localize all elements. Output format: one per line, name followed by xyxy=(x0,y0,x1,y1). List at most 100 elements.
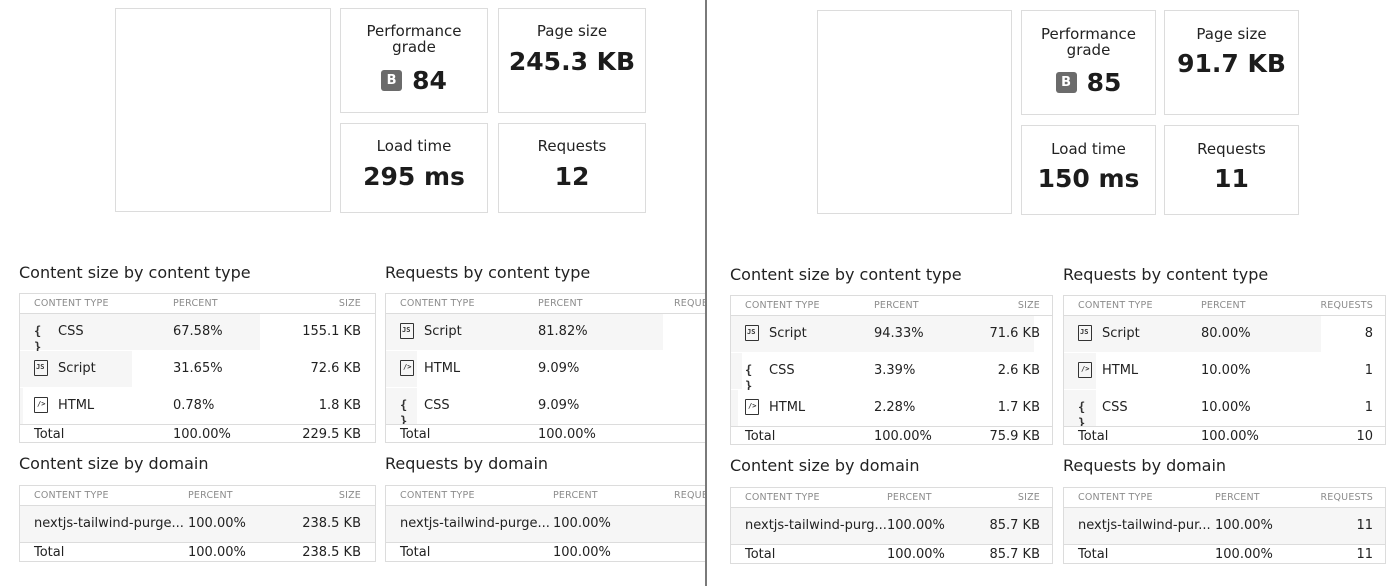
total-label: Total xyxy=(745,429,776,444)
table-row[interactable]: /> HTML 2.28% 1.7 KB xyxy=(731,390,1052,426)
table-row[interactable]: nextjs-tailwind-purg... 100.00% 85.7 KB xyxy=(731,508,1052,544)
content-type-name: Script xyxy=(58,361,96,376)
content-type-name: CSS xyxy=(769,363,795,378)
table-total-row: Total 100.00% 10 xyxy=(1064,426,1385,444)
total-percent: 100.00% xyxy=(887,547,945,562)
table-row[interactable]: { } CSS 3.39% 2.6 KB xyxy=(731,353,1052,393)
domain-name: nextjs-tailwind-pur... xyxy=(1078,518,1211,533)
performance-grade-card: Performance grade B 84 xyxy=(340,8,488,113)
requests-card: Requests 11 xyxy=(1164,125,1299,215)
col-header-percent[interactable]: PERCENT xyxy=(874,300,919,311)
content-type-name: HTML xyxy=(424,361,461,376)
col-header-percent[interactable]: PERCENT xyxy=(188,490,233,501)
page-size-value: 91.7 KB xyxy=(1177,49,1286,78)
load-time-card: Load time 295 ms xyxy=(340,123,488,213)
percent-value: 10.00% xyxy=(1201,363,1251,378)
table-size-by-type: CONTENT TYPE PERCENT SIZE { } CSS 67.58%… xyxy=(19,293,376,443)
table-row[interactable]: /> HTML 0.78% 1.8 KB xyxy=(20,388,375,424)
table-header: CONTENT TYPE PERCENT SIZE xyxy=(731,296,1052,316)
table-row[interactable]: nextjs-tailwind-purge... 100.00% xyxy=(386,506,706,542)
section-title-size-by-domain: Content size by domain xyxy=(19,454,209,473)
table-row[interactable]: { } CSS 10.00% 1 xyxy=(1064,390,1385,430)
table-row[interactable]: JS Script 31.65% 72.6 KB xyxy=(20,351,375,387)
total-label: Total xyxy=(745,547,776,562)
percent-value: 100.00% xyxy=(1215,518,1273,533)
col-header-size[interactable]: SIZE xyxy=(339,298,361,309)
css-braces-icon: { } xyxy=(745,363,754,393)
col-header-percent[interactable]: PERCENT xyxy=(553,490,598,501)
col-header-type[interactable]: CONTENT TYPE xyxy=(1078,300,1153,311)
col-header-type[interactable]: CONTENT TYPE xyxy=(745,300,820,311)
total-size: 75.9 KB xyxy=(989,429,1040,444)
col-header-percent[interactable]: PERCENT xyxy=(887,492,932,503)
script-file-icon: JS xyxy=(34,360,48,376)
col-header-type[interactable]: CONTENT TYPE xyxy=(34,298,109,309)
table-row[interactable]: { } CSS 67.58% 155.1 KB xyxy=(20,314,375,354)
content-type-name: HTML xyxy=(58,398,95,413)
percent-bar xyxy=(663,314,706,350)
report-panel-left: Performance grade B 84 Page size 245.3 K… xyxy=(0,0,706,586)
col-header-requests[interactable]: REQUESTS xyxy=(1320,300,1373,311)
percent-value: 100.00% xyxy=(887,518,945,533)
col-header-type[interactable]: CONTENT TYPE xyxy=(400,490,475,501)
table-row[interactable]: JS Script 80.00% 8 xyxy=(1064,316,1385,352)
table-size-by-type: CONTENT TYPE PERCENT SIZE JS Script 94.3… xyxy=(730,295,1053,445)
col-header-percent[interactable]: PERCENT xyxy=(538,298,583,309)
col-header-percent[interactable]: PERCENT xyxy=(1201,300,1246,311)
total-size: 229.5 KB xyxy=(302,427,361,442)
col-header-percent[interactable]: PERCENT xyxy=(173,298,218,309)
css-braces-icon: { } xyxy=(34,324,43,354)
col-header-type[interactable]: CONTENT TYPE xyxy=(745,492,820,503)
percent-value: 80.00% xyxy=(1201,326,1251,341)
col-header-type[interactable]: CONTENT TYPE xyxy=(1078,492,1153,503)
col-header-type[interactable]: CONTENT TYPE xyxy=(400,298,475,309)
table-row[interactable]: /> HTML 10.00% 1 xyxy=(1064,353,1385,389)
col-header-percent[interactable]: PERCENT xyxy=(1215,492,1260,503)
percent-value: 94.33% xyxy=(874,326,924,341)
content-type-name: CSS xyxy=(58,324,84,339)
page-size-label: Page size xyxy=(536,22,608,40)
page-screenshot-thumbnail[interactable] xyxy=(817,10,1012,214)
size-value: 72.6 KB xyxy=(310,361,361,376)
table-row[interactable]: JS Script 94.33% 71.6 KB xyxy=(731,316,1052,352)
col-header-requests[interactable]: REQUE xyxy=(674,490,706,501)
page-size-value: 245.3 KB xyxy=(508,47,636,76)
content-type-name: Script xyxy=(769,326,807,341)
total-requests: 11 xyxy=(1356,547,1373,562)
table-row[interactable]: { } CSS 9.09% xyxy=(386,388,706,428)
percent-value: 81.82% xyxy=(538,324,588,339)
col-header-requests[interactable]: REQUE xyxy=(674,298,706,309)
requests-value: 11 xyxy=(1214,164,1249,193)
load-time-card: Load time 150 ms xyxy=(1021,125,1156,215)
section-title-size-by-type: Content size by content type xyxy=(730,265,962,284)
table-requests-by-type: CONTENT TYPE PERCENT REQUESTS JS Script … xyxy=(1063,295,1386,445)
load-time-label: Load time xyxy=(376,137,452,155)
table-total-row: Total 100.00% 238.5 KB xyxy=(20,542,375,561)
section-title-size-by-domain: Content size by domain xyxy=(730,456,920,475)
performance-grade-label: Performance grade xyxy=(1040,25,1137,59)
script-file-icon: JS xyxy=(400,323,414,339)
table-requests-by-type: CONTENT TYPE PERCENT REQUE JS Script 81.… xyxy=(385,293,706,443)
size-value: 1.8 KB xyxy=(318,398,361,413)
total-label: Total xyxy=(1078,429,1109,444)
table-header: CONTENT TYPE PERCENT REQUESTS xyxy=(1064,488,1385,508)
page-screenshot-thumbnail[interactable] xyxy=(115,8,331,212)
table-row[interactable]: nextjs-tailwind-pur... 100.00% 11 xyxy=(1064,508,1385,544)
col-header-type[interactable]: CONTENT TYPE xyxy=(34,490,109,501)
load-time-value: 150 ms xyxy=(1037,164,1140,193)
percent-value: 10.00% xyxy=(1201,400,1251,415)
table-header: CONTENT TYPE PERCENT REQUESTS xyxy=(1064,296,1385,316)
table-total-row: Total 100.00% xyxy=(386,542,706,561)
col-header-size[interactable]: SIZE xyxy=(1018,492,1040,503)
total-size: 238.5 KB xyxy=(302,545,361,560)
html-file-icon: /> xyxy=(745,399,759,415)
size-value: 2.6 KB xyxy=(997,363,1040,378)
table-row[interactable]: JS Script 81.82% xyxy=(386,314,706,350)
content-type-name: HTML xyxy=(769,400,806,415)
col-header-size[interactable]: SIZE xyxy=(339,490,361,501)
col-header-size[interactable]: SIZE xyxy=(1018,300,1040,311)
table-row[interactable]: nextjs-tailwind-purge... 100.00% 238.5 K… xyxy=(20,506,375,542)
col-header-requests[interactable]: REQUESTS xyxy=(1320,492,1373,503)
table-row[interactable]: /> HTML 9.09% xyxy=(386,351,706,387)
total-requests: 10 xyxy=(1356,429,1373,444)
